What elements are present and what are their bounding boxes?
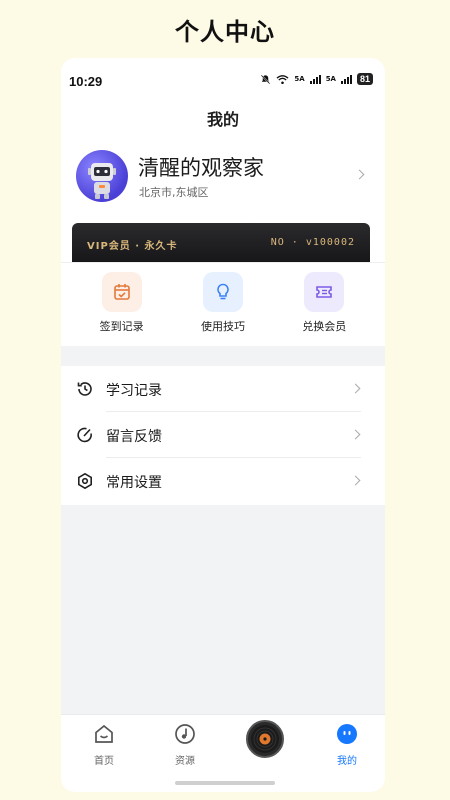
signal-bars-1-icon [309,74,321,84]
home-indicator[interactable] [175,781,275,785]
chevron-right-icon [350,383,361,394]
menu-item-label: 常用设置 [106,475,162,491]
feedback-icon [77,427,92,443]
menu-item-study-history[interactable]: 学习记录 [61,366,385,412]
avatar[interactable] [76,150,128,202]
battery-badge: 81 [356,73,373,85]
page-title: 个人中心 [175,18,275,46]
menu-item-label: 学习记录 [106,383,162,399]
menu-item-label: 留言反馈 [106,429,162,445]
vip-card[interactable]: VIP会员 · 永久卡 NO · v100002 [72,223,370,262]
signal-bars-2-icon [340,74,352,84]
vip-type: VIP会员 · 永久卡 [87,241,178,252]
mine-face-icon [337,724,357,744]
settings-menu: 学习记录 留言反馈 常用设置 [61,366,385,505]
music-note-icon [175,724,195,744]
profile-location: 北京市,东城区 [139,186,209,199]
status-icons: 5A 5A 81 [260,73,373,85]
tab-label: 资源 [175,756,195,767]
wifi-icon [276,74,289,84]
center-play-button[interactable] [246,720,284,758]
quick-action-label: 使用技巧 [200,320,245,333]
history-icon [77,382,92,396]
vinyl-record-icon [251,725,279,753]
status-time: 10:29 [69,74,103,89]
screen-header: 我的 [61,102,385,138]
signal-2-label: 5A [325,75,336,83]
tab-label: 我的 [337,756,357,767]
chevron-right-icon [350,429,361,440]
settings-icon [78,472,92,490]
mute-bell-icon [261,74,271,84]
chevron-right-icon [350,475,361,486]
tab-mine[interactable]: 我的 [317,723,377,767]
quick-action-redeem[interactable]: 兑换会员 [279,263,369,346]
lightbulb-icon [202,272,243,312]
quick-action-label: 兑换会员 [302,320,347,333]
calendar-check-icon [101,272,142,312]
phone-screen: 10:29 5A 5A 81 我的 清醒的观察家 北京市,东城区 VIP会员 ·… [61,58,385,792]
profile-name: 清醒的观察家 [138,156,264,180]
tab-resources[interactable]: 资源 [155,723,215,767]
quick-actions: 签到记录 使用技巧 兑换会员 [61,262,385,346]
vip-section: VIP会员 · 永久卡 NO · v100002 [61,220,385,262]
quick-action-tips[interactable]: 使用技巧 [178,263,268,346]
ticket-icon [304,272,345,312]
tab-label: 首页 [94,756,114,767]
profile-card[interactable]: 清醒的观察家 北京市,东城区 [61,138,385,220]
home-icon [95,724,113,743]
chevron-right-icon [354,169,365,180]
quick-action-checkin[interactable]: 签到记录 [77,263,167,346]
vip-number: NO · v100002 [270,237,355,248]
menu-item-settings[interactable]: 常用设置 [61,458,385,504]
quick-action-label: 签到记录 [99,320,144,333]
robot-avatar-icon [88,163,116,199]
status-bar: 10:29 5A 5A 81 [61,58,385,102]
tab-home[interactable]: 首页 [74,723,134,767]
menu-item-feedback[interactable]: 留言反馈 [61,412,385,458]
signal-1-label: 5A [294,75,305,83]
